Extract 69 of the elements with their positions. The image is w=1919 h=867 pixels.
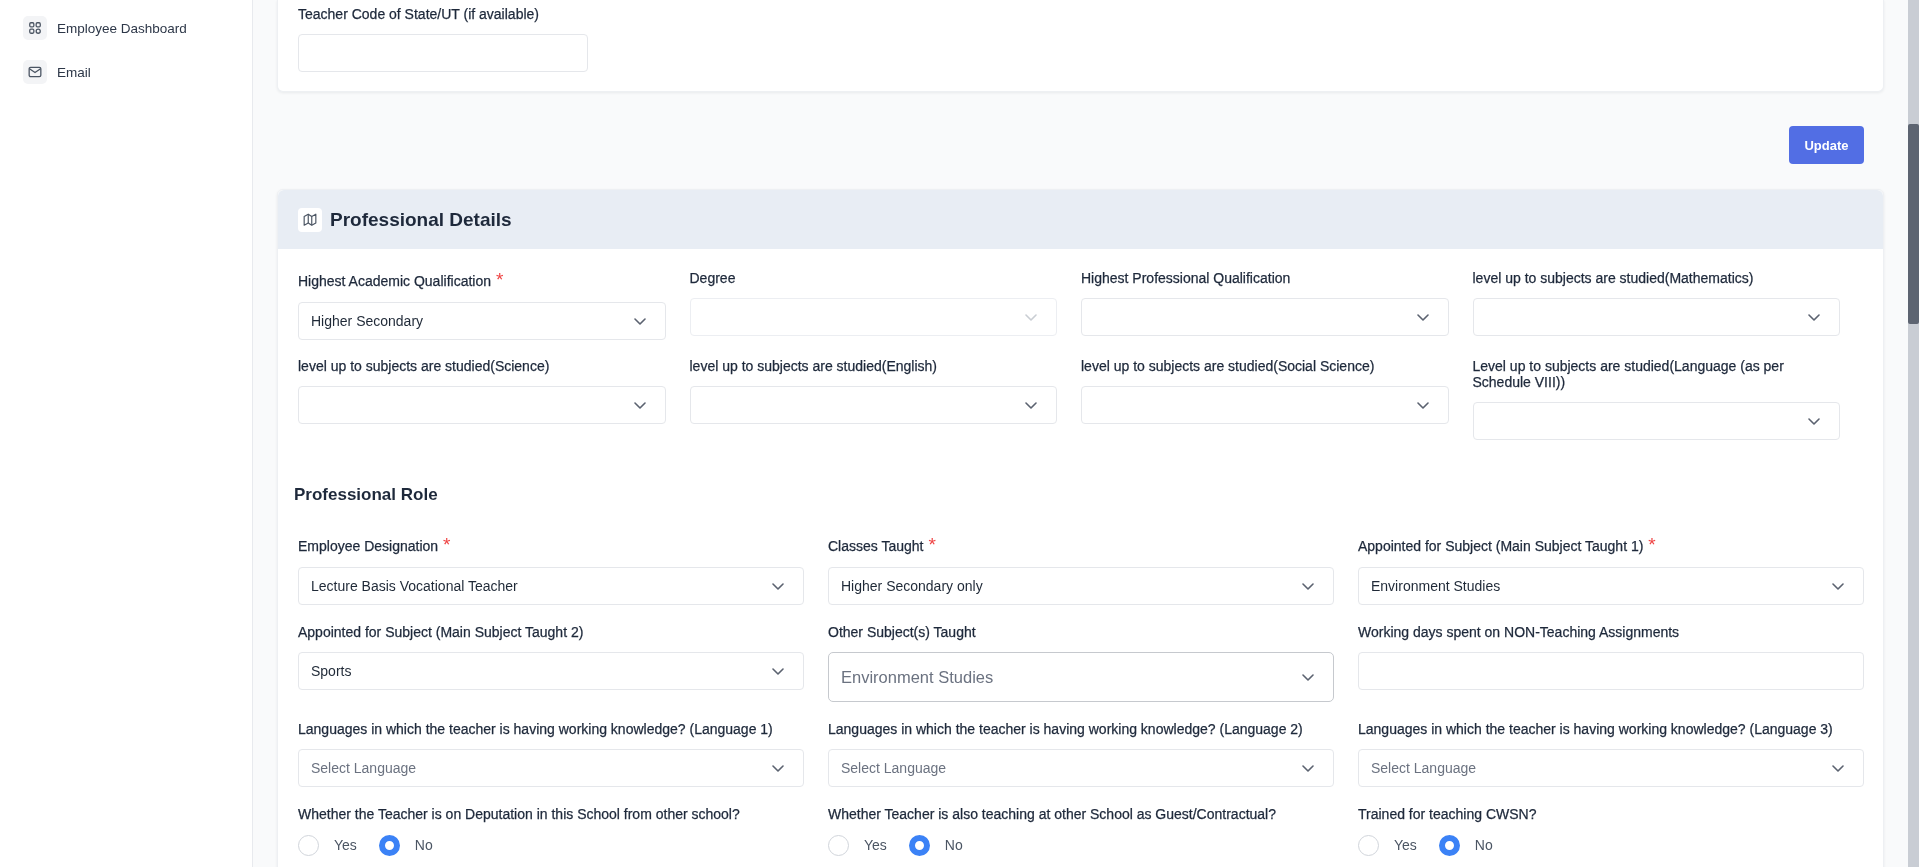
radio-button[interactable] — [908, 834, 930, 856]
field-label: level up to subjects are studied(Mathematics) — [1472, 270, 1754, 286]
section-heading: Professional Role — [294, 485, 438, 505]
required-asterisk: * — [1648, 534, 1656, 555]
radio-button[interactable] — [378, 834, 400, 856]
radio-button[interactable] — [1438, 834, 1460, 856]
scrollbar-thumb[interactable] — [1908, 124, 1919, 324]
sidebar-item[interactable]: Employee Dashboard — [23, 16, 193, 40]
text-field[interactable] — [1358, 652, 1864, 690]
select-field[interactable] — [689, 386, 1057, 424]
field-label: level up to subjects are studied(English) — [689, 358, 937, 374]
field-label: Degree — [689, 270, 736, 286]
select-field[interactable]: Higher Secondary only — [828, 567, 1334, 605]
grid-icon — [23, 16, 47, 40]
chevron-down-icon — [1302, 673, 1314, 681]
field-label: Teacher Code of State/UT (if available) — [298, 6, 539, 22]
field-label: Whether the Teacher is on Deputation in this School from other school? — [298, 806, 740, 822]
field-label: Highest Academic Qualification — [298, 273, 491, 289]
select-field[interactable]: Higher Secondary — [298, 302, 666, 340]
field-label: Appointed for Subject (Main Subject Taught 2) — [298, 624, 584, 640]
select-field[interactable] — [1081, 298, 1449, 336]
field-label: level up to subjects are studied(Science) — [298, 358, 550, 374]
sidebar-item[interactable]: Email — [23, 60, 97, 84]
field-label: Classes Taught — [828, 538, 924, 554]
field-label: level up to subjects are studied(Social Science) — [1081, 358, 1375, 374]
chevron-down-icon — [1832, 764, 1844, 772]
field-label: Languages in which the teacher is having working knowledge? (Language 1) — [298, 721, 773, 737]
field-label: Highest Professional Qualification — [1081, 270, 1291, 286]
field-label: Level up to subjects are studied(Language (as per Schedule VIII)) — [1472, 358, 1784, 390]
select-field[interactable]: Select Language — [828, 749, 1334, 787]
field-label: Working days spent on NON-Teaching Assignments — [1358, 624, 1680, 640]
select-field[interactable]: Environment Studies — [1358, 567, 1864, 605]
radio-label: No — [1474, 837, 1493, 853]
field-label: Languages in which the teacher is having working knowledge? (Language 2) — [828, 721, 1303, 737]
field-label: Other Subject(s) Taught — [828, 624, 976, 640]
update-button[interactable]: Update — [1789, 126, 1864, 164]
mail-icon — [23, 60, 47, 84]
select-field[interactable]: Select Language — [1358, 749, 1864, 787]
chevron-down-icon — [1302, 764, 1314, 772]
select-field[interactable] — [298, 386, 666, 424]
card-title: Professional Details — [330, 208, 512, 231]
combo-box[interactable]: Environment Studies — [828, 652, 1334, 702]
field-label: Trained for teaching CWSN? — [1358, 806, 1537, 822]
map-icon — [298, 207, 322, 232]
field-label: Whether Teacher is also teaching at other School as Guest/Contractual? — [828, 806, 1276, 822]
radio-label: Yes — [334, 837, 357, 853]
radio-label: No — [944, 837, 963, 853]
field-label: Employee Designation — [298, 538, 439, 554]
chevron-down-icon — [1302, 582, 1314, 590]
required-asterisk: * — [928, 534, 936, 555]
select-field[interactable] — [1081, 386, 1449, 424]
radio-label: Yes — [864, 837, 887, 853]
chevron-down-icon — [1832, 582, 1844, 590]
select-field[interactable] — [689, 298, 1057, 336]
radio-label: Yes — [1394, 837, 1417, 853]
select-field[interactable]: Lecture Basis Vocational Teacher — [298, 567, 804, 605]
field-label: Appointed for Subject (Main Subject Taught 1) — [1358, 538, 1644, 554]
select-field[interactable] — [1472, 298, 1840, 336]
select-field[interactable]: Select Language — [298, 749, 804, 787]
select-field[interactable]: Sports — [298, 652, 804, 690]
text-field[interactable] — [298, 34, 588, 72]
radio-label: No — [414, 837, 433, 853]
chevron-down-icon — [772, 667, 784, 675]
required-asterisk: * — [496, 269, 504, 290]
required-asterisk: * — [443, 534, 451, 555]
field-label: Languages in which the teacher is having working knowledge? (Language 3) — [1358, 721, 1833, 737]
chevron-down-icon — [772, 764, 784, 772]
chevron-down-icon — [772, 582, 784, 590]
select-field[interactable] — [1472, 402, 1840, 440]
